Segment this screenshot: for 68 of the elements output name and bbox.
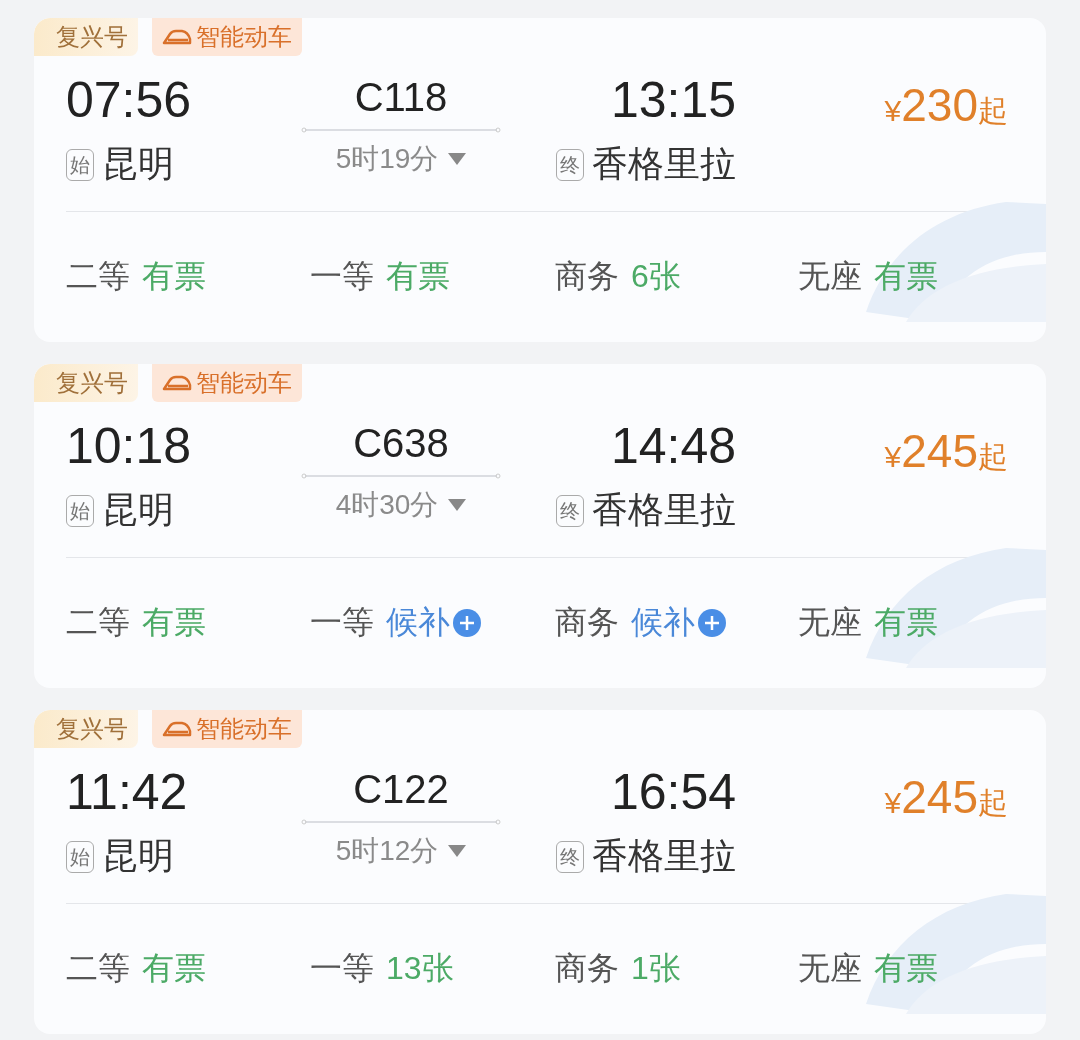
departure-time: 10:18 xyxy=(66,417,193,474)
seat-class: 商务 xyxy=(555,257,619,296)
seat-class: 无座 xyxy=(798,603,862,642)
train-tag: 智能动车 xyxy=(152,710,302,748)
seat-class: 二等 xyxy=(66,603,130,642)
terminal-badge: 终 xyxy=(556,148,584,181)
origin-badge: 始 xyxy=(66,148,94,181)
train-card[interactable]: 复兴号 智能动车 11:42 始 昆明 C122 5时12分 16:54 终 香格里拉 ¥245起 二等 有票 一等 13张 商务 1张 无座 有票 xyxy=(34,710,1046,1034)
departure-station: 昆明 xyxy=(102,142,174,186)
seat-status: 有票 xyxy=(874,603,938,642)
seat-class: 无座 xyxy=(798,949,862,988)
plus-icon xyxy=(452,608,482,638)
train-icon xyxy=(162,375,192,391)
seat-class: 一等 xyxy=(310,603,374,642)
seat-class: 商务 xyxy=(555,603,619,642)
train-tag: 智能动车 xyxy=(152,18,302,56)
departure-station: 昆明 xyxy=(102,488,174,532)
seat-status: 有票 xyxy=(386,257,450,296)
train-icon xyxy=(162,29,192,45)
train-card[interactable]: 复兴号 智能动车 10:18 始 昆明 C638 4时30分 14:48 终 香格里拉 ¥245起 二等 有票 一等 候补 商务 候补 无座 有票 xyxy=(34,364,1046,688)
seat-status: 6张 xyxy=(631,257,681,296)
train-number: C638 xyxy=(353,420,449,467)
seat-status: 有票 xyxy=(874,949,938,988)
seat-class: 一等 xyxy=(310,949,374,988)
terminal-badge: 终 xyxy=(556,494,584,527)
train-icon xyxy=(162,721,192,737)
departure-station: 昆明 xyxy=(102,834,174,878)
duration-toggle[interactable]: 5时12分 xyxy=(335,832,467,870)
price-text: ¥245起 xyxy=(884,424,1008,478)
waitlist-button[interactable]: 候补 xyxy=(386,601,482,645)
arrival-station: 香格里拉 xyxy=(592,834,736,878)
train-number: C118 xyxy=(354,74,448,121)
departure-time: 11:42 xyxy=(66,763,189,820)
train-tag: 复兴号 xyxy=(34,364,138,402)
departure-time: 07:56 xyxy=(66,71,193,128)
train-tag: 复兴号 xyxy=(34,710,138,748)
arrival-time: 14:48 xyxy=(609,417,736,474)
terminal-badge: 终 xyxy=(556,840,584,873)
arrival-time: 13:15 xyxy=(609,71,736,128)
waitlist-button[interactable]: 候补 xyxy=(631,601,727,645)
seat-class: 二等 xyxy=(66,949,130,988)
train-tag: 智能动车 xyxy=(152,364,302,402)
arrival-station: 香格里拉 xyxy=(592,488,736,532)
seat-status: 有票 xyxy=(874,257,938,296)
train-card[interactable]: 复兴号 智能动车 07:56 始 昆明 C118 5时19分 13:15 终 香格里拉 ¥230起 二等 有票 一等 有票 商务 6张 无座 有票 xyxy=(34,18,1046,342)
plus-icon xyxy=(697,608,727,638)
origin-badge: 始 xyxy=(66,840,94,873)
seat-status: 有票 xyxy=(142,257,206,296)
seat-status: 1张 xyxy=(631,949,681,988)
arrival-station: 香格里拉 xyxy=(592,142,736,186)
duration-toggle[interactable]: 5时19分 xyxy=(335,140,467,178)
arrival-time: 16:54 xyxy=(609,763,736,820)
caret-icon xyxy=(448,845,467,857)
seat-class: 商务 xyxy=(555,949,619,988)
caret-icon xyxy=(448,153,467,165)
caret-icon xyxy=(448,499,467,511)
seat-class: 一等 xyxy=(310,257,374,296)
train-tag: 复兴号 xyxy=(34,18,138,56)
origin-badge: 始 xyxy=(66,494,94,527)
price-text: ¥245起 xyxy=(884,770,1008,824)
seat-status: 有票 xyxy=(142,949,206,988)
train-number: C122 xyxy=(353,766,449,813)
seat-class: 无座 xyxy=(798,257,862,296)
duration-toggle[interactable]: 4时30分 xyxy=(335,486,467,524)
price-text: ¥230起 xyxy=(884,78,1008,132)
seat-status: 有票 xyxy=(142,603,206,642)
seat-class: 二等 xyxy=(66,257,130,296)
seat-status: 13张 xyxy=(386,949,454,988)
